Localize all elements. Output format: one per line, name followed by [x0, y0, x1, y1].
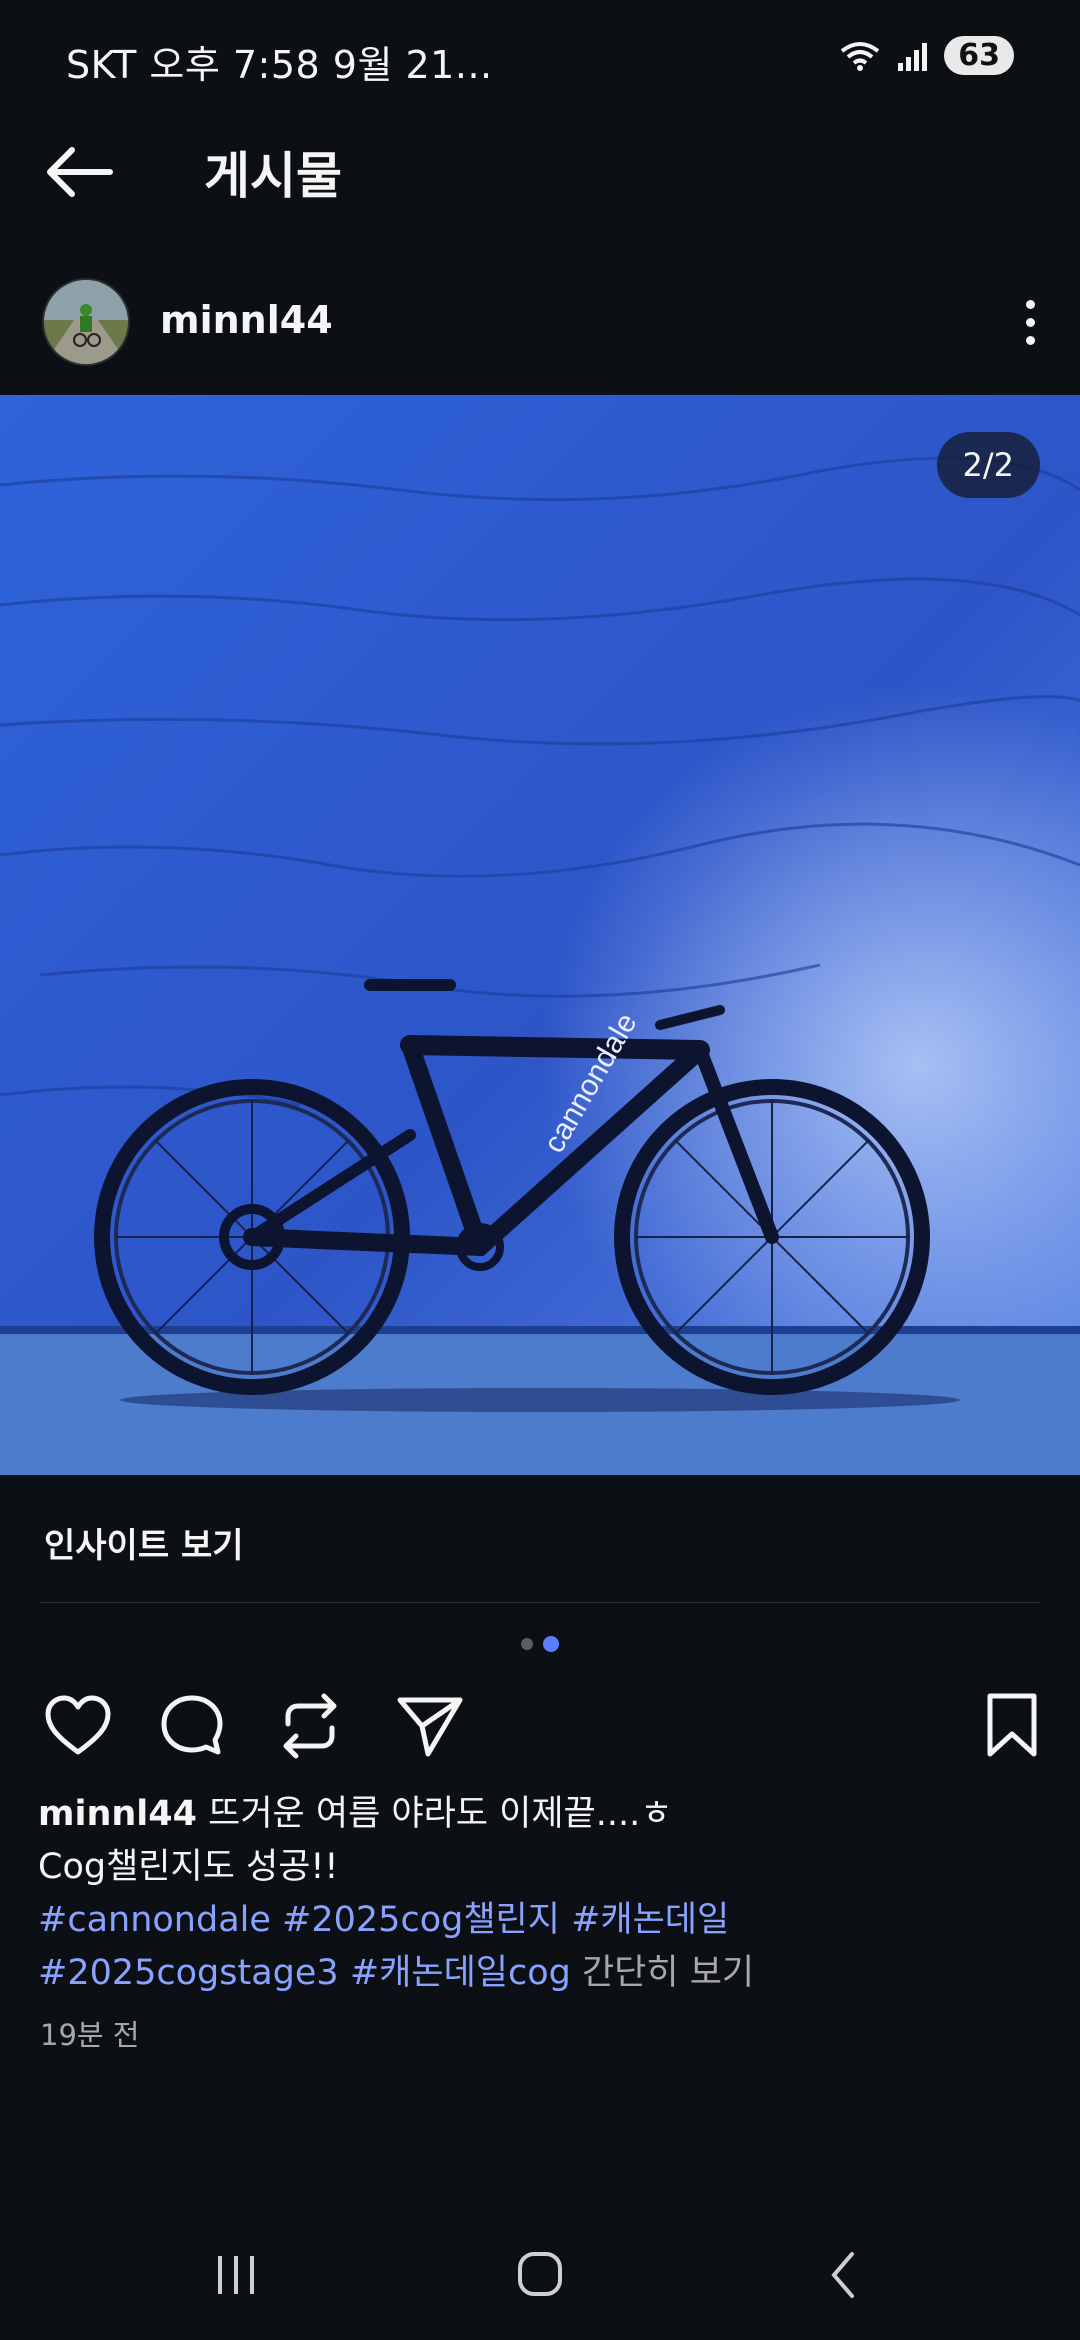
post-username[interactable]: minnl44: [160, 298, 333, 342]
send-icon: [397, 1697, 463, 1757]
image-counter: 2/2: [936, 432, 1040, 498]
post-time: 19분 전: [40, 2018, 140, 2052]
repost-button[interactable]: [274, 1690, 346, 1762]
share-button[interactable]: [394, 1690, 466, 1762]
caption: minnl44 뜨거운 여름 야라도 이제끝....ㅎ Cog챌린지도 성공!!…: [38, 1788, 1048, 2000]
carousel-dot: [521, 1638, 533, 1650]
post-image[interactable]: cannondale: [0, 395, 1080, 1475]
comment-button[interactable]: [156, 1690, 228, 1762]
page-title: 게시물: [204, 147, 342, 205]
signal-icon: [898, 42, 928, 71]
bookmark-icon: [987, 1693, 1037, 1757]
recent-apps-icon: [218, 2256, 254, 2294]
carousel-indicator: [0, 1636, 1080, 1652]
caption-text: 뜨거운 여름 야라도 이제끝....ㅎ: [208, 1794, 673, 1834]
comment-icon: [161, 1695, 223, 1755]
hashtag[interactable]: #캐논데일: [571, 1900, 729, 1940]
caption-username[interactable]: minnl44: [38, 1794, 197, 1834]
avatar-image: [44, 280, 128, 364]
home-icon: [518, 2252, 562, 2296]
save-button[interactable]: [976, 1690, 1048, 1762]
repost-icon: [283, 1693, 337, 1759]
hashtag[interactable]: #2025cogstage3: [38, 1953, 339, 1993]
view-insights-link[interactable]: 인사이트 보기: [44, 1518, 244, 1567]
status-icons: 63: [838, 36, 1014, 75]
back-arrow-icon: [47, 147, 113, 197]
battery-badge: 63: [944, 36, 1014, 75]
nav-back-icon: [831, 2252, 854, 2298]
avatar[interactable]: [42, 278, 130, 366]
recent-apps-button[interactable]: [196, 2240, 276, 2310]
back-button[interactable]: [38, 140, 122, 204]
home-button[interactable]: [500, 2240, 580, 2310]
caption-text-line2: Cog챌린지도 성공!!: [38, 1847, 339, 1887]
nav-back-button[interactable]: [804, 2240, 884, 2310]
carousel-dot-active: [543, 1636, 559, 1652]
status-bar: SKT 오후 7:58 9월 21... 63: [0, 0, 1080, 118]
hashtag[interactable]: #캐논데일cog: [350, 1953, 571, 1993]
status-carrier-time: SKT 오후 7:58 9월 21...: [66, 43, 493, 87]
hashtag[interactable]: #2025cog챌린지: [282, 1900, 560, 1940]
hashtag[interactable]: #cannondale: [38, 1900, 271, 1940]
heart-icon: [45, 1695, 111, 1755]
divider: [40, 1602, 1040, 1603]
like-button[interactable]: [42, 1690, 114, 1762]
more-vertical-icon[interactable]: [1010, 290, 1050, 354]
wifi-icon: [841, 41, 880, 71]
collapse-caption-link[interactable]: 간단히 보기: [582, 1953, 754, 1993]
